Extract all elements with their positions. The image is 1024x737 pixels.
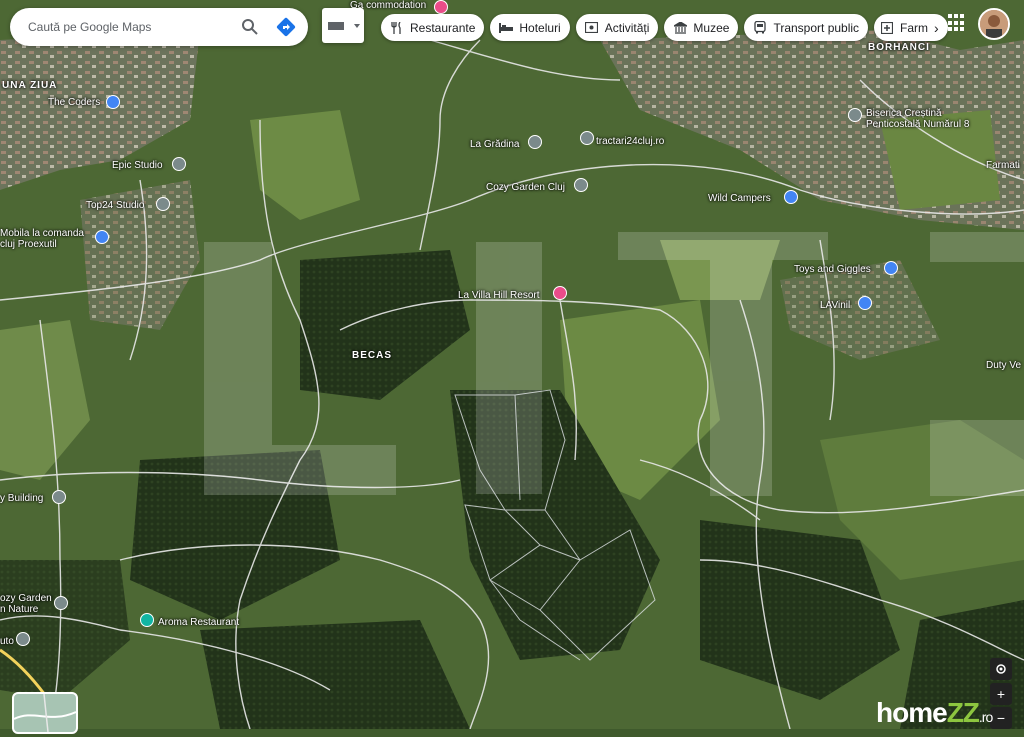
- apps-grid-icon[interactable]: [948, 14, 966, 32]
- chip-label: Activități: [604, 20, 650, 35]
- shop-pin-icon[interactable]: [784, 190, 798, 204]
- area-label-becas: BECAS: [352, 350, 393, 361]
- place-label-la-gradina[interactable]: La Grădina: [470, 139, 519, 150]
- place-label-top24[interactable]: Top24 Studio: [86, 200, 144, 211]
- place-pin-icon[interactable]: [580, 131, 594, 145]
- chip-label: Farm: [900, 20, 929, 35]
- restaurant-pin-icon[interactable]: [140, 613, 154, 627]
- church-pin-icon[interactable]: [848, 108, 862, 122]
- place-label-la-villa-hill-resort[interactable]: La Villa Hill Resort: [458, 290, 540, 301]
- chip-label: Transport public: [773, 20, 860, 35]
- chip-hotels[interactable]: Hoteluri: [490, 14, 570, 41]
- chip-pharmacy[interactable]: Farm ›: [874, 14, 949, 41]
- place-label-wild-campers[interactable]: Wild Campers: [708, 193, 771, 204]
- search-box[interactable]: Caută pe Google Maps: [10, 8, 308, 46]
- place-pin-icon[interactable]: [16, 632, 30, 646]
- shop-pin-icon[interactable]: [858, 296, 872, 310]
- place-label-mobila-1[interactable]: Mobila la comanda: [0, 228, 84, 239]
- bus-icon: [753, 21, 767, 35]
- place-pin-icon[interactable]: [156, 197, 170, 211]
- search-icon[interactable]: [238, 15, 262, 39]
- chip-label: Restaurante: [410, 20, 476, 35]
- shop-pin-icon[interactable]: [106, 95, 120, 109]
- ticket-icon: [585, 21, 599, 35]
- shop-pin-icon[interactable]: [95, 230, 109, 244]
- locate-me-icon[interactable]: [990, 658, 1012, 680]
- category-chips: Restaurante Hoteluri Activități Muzee Tr…: [381, 14, 949, 41]
- chip-restaurants[interactable]: Restaurante: [381, 14, 485, 41]
- place-label-epic-studio[interactable]: Epic Studio: [112, 160, 163, 171]
- watermark-logo: homeZZ.ro: [876, 697, 993, 729]
- place-label-farmatia[interactable]: Farmati: [986, 160, 1020, 171]
- place-label-cozy-garden-nature-1[interactable]: ozy Garden: [0, 593, 52, 604]
- place-pin-icon[interactable]: [574, 178, 588, 192]
- bed-icon: [499, 21, 514, 35]
- pharmacy-icon: [880, 21, 894, 35]
- layers-minimap-button[interactable]: [12, 692, 78, 734]
- watermark-zz: ZZ: [946, 697, 980, 728]
- map-type-selector[interactable]: [322, 8, 364, 43]
- chip-public-transport[interactable]: Transport public: [744, 14, 869, 41]
- chevron-down-icon[interactable]: [354, 23, 360, 28]
- watermark-home: home: [876, 697, 948, 728]
- museum-icon: [673, 21, 687, 35]
- place-label-tractari[interactable]: tractari24cluj.ro: [596, 136, 664, 147]
- place-label-auto[interactable]: uto: [0, 636, 14, 647]
- area-label-una-ziua: UNA ZIUA: [2, 80, 58, 91]
- shop-pin-icon[interactable]: [884, 261, 898, 275]
- place-label-the-coders[interactable]: The Coders: [48, 97, 100, 108]
- place-label-aroma-restaurant[interactable]: Aroma Restaurant: [158, 617, 239, 628]
- search-input[interactable]: Caută pe Google Maps: [28, 20, 238, 34]
- place-pin-icon[interactable]: [52, 490, 66, 504]
- place-label-mobila-2[interactable]: cluj Proexutil: [0, 239, 57, 250]
- place-pin-icon[interactable]: [54, 596, 68, 610]
- area-label-borhanci: BORHANCI: [868, 42, 930, 53]
- hotel-pin-icon[interactable]: [553, 286, 567, 300]
- place-pin-icon[interactable]: [528, 135, 542, 149]
- zoom-out-button[interactable]: −: [990, 707, 1012, 729]
- chip-label: Muzee: [693, 20, 730, 35]
- fork-knife-icon: [390, 21, 404, 35]
- place-label-biserica-1[interactable]: Biserica Creștină: [866, 108, 942, 119]
- watermark-ro: .ro: [978, 709, 993, 725]
- place-label-cozy-garden[interactable]: Cozy Garden Cluj: [486, 182, 565, 193]
- place-label-cozy-garden-nature-2[interactable]: n Nature: [0, 604, 38, 615]
- place-label-lavinil[interactable]: LAVinil: [820, 300, 850, 311]
- chip-activities[interactable]: Activități: [575, 14, 659, 41]
- chip-label: Hoteluri: [519, 20, 561, 35]
- place-label-biserica-2[interactable]: Penticostală Numărul 8: [866, 119, 969, 130]
- hotel-pin-icon[interactable]: [434, 0, 448, 14]
- directions-icon[interactable]: [274, 15, 298, 39]
- chip-museums[interactable]: Muzee: [664, 14, 739, 41]
- place-label-toys-giggles[interactable]: Toys and Giggles: [794, 264, 871, 275]
- chevron-right-icon[interactable]: ›: [934, 20, 939, 36]
- keyboard-icon: [328, 21, 344, 30]
- avatar[interactable]: [978, 8, 1010, 40]
- zoom-in-button[interactable]: +: [990, 683, 1012, 705]
- place-label-duty[interactable]: Duty Ve: [986, 360, 1021, 371]
- place-pin-icon[interactable]: [172, 157, 186, 171]
- place-label-building[interactable]: y Building: [0, 493, 43, 504]
